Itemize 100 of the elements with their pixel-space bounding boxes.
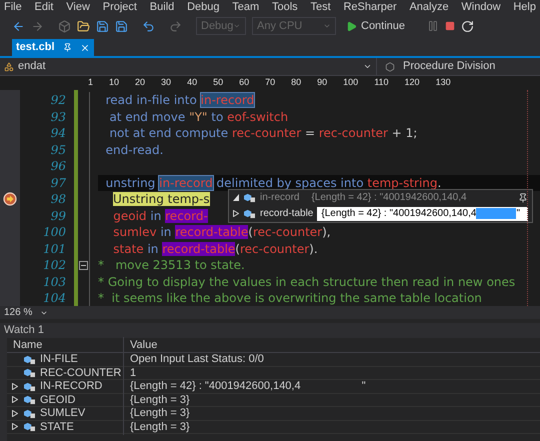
line-number: 93 [50,108,66,126]
watch-value: {Length = 42} : "4001942600,140,4 " [129,379,366,394]
menu-item[interactable]: Help [513,2,536,12]
member-dropdown[interactable]: endat [0,58,377,75]
variable-icon [23,354,36,365]
pause-icon[interactable] [427,20,440,32]
code-line: * Going to display the values in each structure then read in new ones [98,274,516,291]
forward-icon[interactable] [31,20,44,32]
watch-name: IN-RECORD [40,379,102,394]
play-icon [346,20,357,32]
menu-item[interactable]: Build [150,2,174,12]
stop-icon[interactable] [445,21,456,31]
save-icon[interactable] [96,20,109,32]
close-icon[interactable] [80,42,90,52]
cube-icon[interactable] [58,20,71,32]
ruler-label: 130 [436,76,451,90]
code-line: end-read. [104,142,164,159]
watch-value: {Length = 3} [129,406,190,421]
line-number: 97 [50,174,66,192]
variable-icon [23,421,36,432]
panel-title: Watch 1 [3,323,45,338]
menu-item[interactable]: Edit [34,2,54,12]
code-line: unstring in-record delimited by spaces into temp-string. [104,174,442,192]
expand-icon[interactable] [12,382,18,390]
code-line: geoid in record- [112,208,208,225]
expand-icon[interactable] [12,423,18,430]
ruler-label: 100 [343,76,358,90]
undo-icon[interactable] [142,20,155,32]
line-number: 102 [42,257,66,274]
menu-item[interactable]: Test [310,2,331,12]
watch-value: {Length = 3} [129,392,190,408]
variable-icon [243,192,256,203]
ruler-label: 90 [317,76,328,90]
ruler-label: 30 [161,76,172,90]
variable-icon [243,208,256,219]
watch-name: SUMLEV [40,406,86,421]
variable-icon [23,380,36,392]
line-number: 103 [42,274,66,291]
expand-icon[interactable] [12,396,18,404]
hexagon-icon [385,62,395,72]
watch-value: Open Input Last Status: 0/0 [129,352,264,367]
folder-icon[interactable] [77,20,90,32]
redo-icon[interactable] [169,20,182,32]
watch-name: STATE [40,420,74,434]
menu-item[interactable]: View [66,2,90,12]
line-number: 96 [50,158,66,176]
collapse-icon[interactable] [233,194,239,201]
menu-item[interactable]: Tools [272,2,298,12]
pin-icon[interactable] [518,192,528,202]
ruler-label: 40 [187,76,198,90]
back-icon[interactable] [12,20,25,32]
line-number: 104 [42,290,66,306]
column-header[interactable]: Name [7,336,124,354]
line-number: 94 [50,125,66,142]
ruler-label: 60 [239,76,250,90]
ruler-label: 110 [374,76,389,90]
ruler-label: 10 [109,76,120,90]
watch-name: GEOID [40,392,76,408]
variable-icon [23,394,36,406]
code-line: state in record-table(rec-counter). [112,240,318,258]
menu-item[interactable]: Project [102,2,137,12]
value-edit-field[interactable]: {Length = 42} : "4001942600,140,4 " [317,206,528,220]
menu-item[interactable]: Window [461,2,501,12]
menu-item[interactable]: Analyze [409,2,449,12]
menu-item[interactable]: ReSharper [343,2,397,12]
code-line: not at end compute rec-counter = rec-counter + 1; [108,125,418,142]
expand-icon[interactable] [12,410,18,417]
column-header[interactable]: Value [124,336,164,354]
line-number: 98 [50,191,66,208]
code-line: * move 23513 to state. [98,257,245,274]
watch-value: {Length = 3} [129,420,190,434]
code-line: * it seems like the above is overwriting the same table location [98,290,482,306]
watch-name: IN-FILE [40,352,78,367]
menu-item[interactable]: Debug [187,2,220,12]
shapes-icon [4,62,14,72]
line-number: 100 [42,224,66,242]
variable-icon [23,408,36,419]
line-number: 95 [50,142,66,159]
chevron-down-icon [233,22,241,30]
restart-icon[interactable] [461,20,474,32]
zoom-dropdown[interactable]: 126 % [4,305,32,320]
pin-icon[interactable] [62,43,72,52]
code-line: at end move "Y" to eof-switch [108,108,288,126]
continue-button[interactable]: Continue [346,18,406,34]
expand-icon[interactable] [233,210,239,217]
code-line: sumlev in record-table(rec-counter), [112,224,331,242]
datatip-name: record-table [260,207,314,221]
section-dropdown[interactable]: Procedure Division [377,58,504,75]
datatip-value: {Length = 42} : "4001942600,140,4 [311,191,467,205]
code-line: read in-file into in-record [104,92,254,110]
ruler-label: 1 [88,76,94,90]
ruler-label: 20 [135,76,146,90]
line-number: 99 [50,208,66,225]
collapse-icon[interactable] [79,260,88,270]
menu-item[interactable]: File [4,2,22,12]
chevron-down-icon [363,62,372,71]
menu-item[interactable]: Team [232,2,260,12]
file-tab[interactable]: test.cbl [12,39,94,56]
save-all-icon[interactable] [115,20,128,32]
ruler-label: 70 [265,76,276,90]
